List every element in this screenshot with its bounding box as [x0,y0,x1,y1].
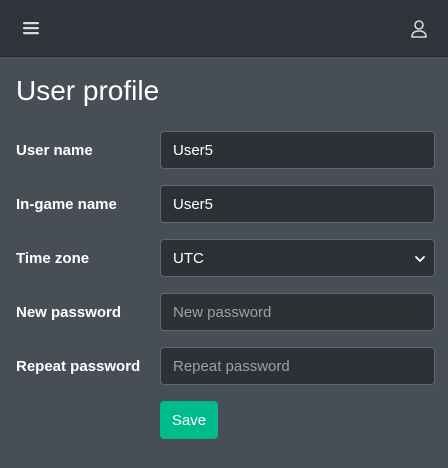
username-label: User name [16,142,93,159]
timezone-selected-value: UTC [173,250,204,267]
username-input[interactable] [160,131,435,169]
page-title: User profile [16,75,160,106]
timezone-select[interactable]: UTC [160,239,435,277]
new-password-input[interactable] [160,293,435,331]
save-button[interactable]: Save [160,401,218,439]
chevron-down-icon [415,256,425,262]
ingame-name-label: In-game name [16,196,117,213]
new-password-label: New password [16,304,122,321]
repeat-password-input[interactable] [160,347,435,385]
hamburger-menu-icon[interactable] [22,19,40,37]
user-icon[interactable] [409,19,429,39]
ingame-name-input[interactable] [160,185,435,223]
timezone-label: Time zone [16,250,90,267]
repeat-password-label: Repeat password [16,358,141,375]
top-navbar [0,0,448,57]
